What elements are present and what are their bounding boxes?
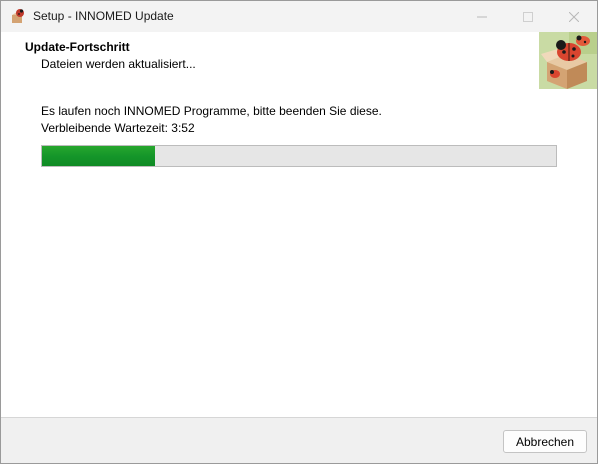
window-title: Setup - INNOMED Update: [33, 9, 174, 23]
progress-bar-fill: [42, 146, 156, 166]
close-icon[interactable]: [551, 1, 597, 32]
minimize-icon[interactable]: [459, 1, 505, 32]
page-title: Update-Fortschritt: [25, 40, 130, 54]
setup-window: Setup - INNOMED Update Update-Fortschrit…: [0, 0, 598, 464]
progress-bar: [41, 145, 557, 167]
ladybug-box-icon: [539, 32, 597, 89]
remaining-time: Verbleibende Wartezeit: 3:52: [41, 121, 195, 135]
wizard-content: Es laufen noch INNOMED Programme, bitte …: [1, 89, 597, 417]
cancel-button[interactable]: Abbrechen: [503, 430, 587, 453]
app-icon: [10, 8, 26, 24]
maximize-icon[interactable]: [505, 1, 551, 32]
title-bar[interactable]: Setup - INNOMED Update: [1, 1, 597, 32]
status-message: Es laufen noch INNOMED Programme, bitte …: [41, 104, 382, 118]
page-subtitle: Dateien werden aktualisiert...: [41, 57, 196, 71]
wizard-footer: Abbrechen: [1, 417, 597, 463]
wizard-header: Update-Fortschritt Dateien werden aktual…: [1, 32, 597, 89]
